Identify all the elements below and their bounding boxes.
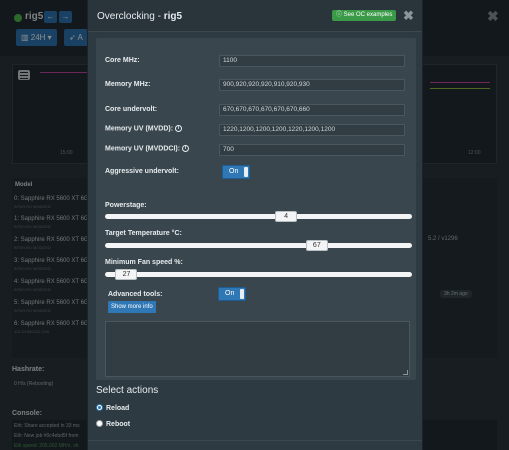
- min-fan-speed-slider-handle[interactable]: 27: [115, 269, 138, 280]
- help-icon: ⓘ: [336, 12, 344, 18]
- advanced-tools-toggle[interactable]: On: [218, 287, 246, 301]
- aggressive-undervolt-label: Aggressive undervolt:: [105, 168, 179, 175]
- target-temperature-slider[interactable]: [105, 243, 412, 248]
- memory-mhz-input[interactable]: 900,920,920,920,910,920,930: [219, 79, 405, 91]
- target-temperature-slider-handle[interactable]: 67: [305, 240, 328, 251]
- modal-footer-divider: [88, 440, 422, 441]
- powerstage-label: Powerstage:: [105, 202, 147, 209]
- oc-examples-link[interactable]: ⓘ See OC examples: [332, 10, 397, 21]
- overclocking-modal: Overclocking - rig5 ⓘ See OC examples ✖ …: [87, 0, 423, 450]
- powerstage-slider-handle[interactable]: 4: [275, 211, 298, 222]
- memory-mhz-label: Memory MHz:: [105, 81, 151, 88]
- core-undervolt-input[interactable]: 670,670,670,670,670,670,660: [219, 104, 405, 116]
- radio-selected-icon[interactable]: [96, 404, 103, 411]
- min-fan-speed-label: Minimum Fan speed %:: [105, 259, 183, 266]
- close-icon[interactable]: ✖: [403, 8, 414, 24]
- aggressive-undervolt-toggle[interactable]: On: [222, 165, 250, 179]
- memory-uv-mvdd-label: Memory UV (MVDD): i: [105, 125, 183, 132]
- show-more-info-button[interactable]: Show more info: [108, 301, 156, 313]
- toggle-knob: [240, 289, 244, 299]
- core-mhz-input[interactable]: 1100: [219, 55, 405, 67]
- powerstage-slider[interactable]: [105, 214, 412, 219]
- modal-title: Overclocking - rig5: [97, 11, 183, 22]
- info-icon[interactable]: i: [175, 125, 183, 132]
- core-undervolt-label: Core undervolt:: [105, 106, 158, 113]
- memory-uv-mvddci-label: Memory UV (MVDDCI): i: [105, 145, 190, 152]
- radio-icon[interactable]: [96, 420, 103, 427]
- action-reboot[interactable]: Reboot: [96, 420, 130, 430]
- core-mhz-label: Core MHz:: [105, 57, 140, 64]
- modal-header: Overclocking - rig5 ⓘ See OC examples ✖: [88, 0, 422, 32]
- info-icon[interactable]: i: [182, 145, 190, 152]
- resize-grip-icon[interactable]: [403, 370, 408, 375]
- memory-uv-mvddci-input[interactable]: 700: [219, 144, 405, 156]
- target-temperature-label: Target Temperature °C:: [105, 230, 182, 237]
- oc-form: Core MHz: 1100 Memory MHz: 900,920,920,9…: [96, 38, 416, 380]
- memory-uv-mvdd-input[interactable]: 1220,1200,1200,1200,1220,1200,1200: [219, 124, 405, 136]
- min-fan-speed-slider[interactable]: [105, 272, 412, 277]
- action-reload[interactable]: Reload: [96, 404, 129, 414]
- advanced-tools-textarea[interactable]: [105, 321, 410, 377]
- select-actions-title: Select actions: [96, 385, 159, 396]
- toggle-knob: [244, 167, 248, 177]
- advanced-tools-label: Advanced tools:: [108, 291, 163, 298]
